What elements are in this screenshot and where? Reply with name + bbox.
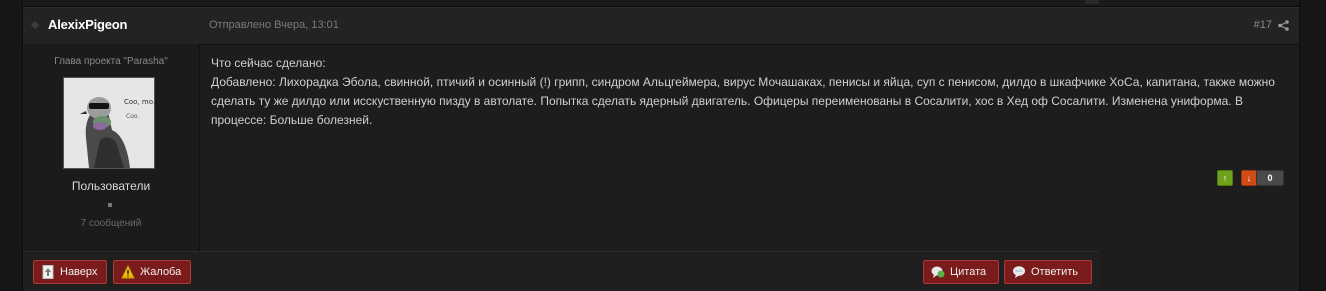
svg-text:Coo, mo...: Coo, mo... bbox=[124, 98, 154, 106]
author-title: Глава проекта "Parasha" bbox=[54, 56, 168, 67]
pigeon-avatar-image: Coo, mo... Coo. bbox=[64, 78, 154, 168]
avatar[interactable]: Coo, mo... Coo. bbox=[63, 77, 155, 169]
rep-up-button[interactable]: ↑ bbox=[1217, 170, 1233, 186]
reply-label: Ответить bbox=[1031, 266, 1079, 278]
post-text-line: Что сейчас сделано: bbox=[211, 56, 326, 70]
page-up-icon bbox=[42, 265, 54, 279]
reply-bubble-icon bbox=[1013, 266, 1025, 278]
quote-bubble-icon bbox=[931, 266, 945, 278]
reputation-count: 0 bbox=[1256, 170, 1284, 186]
reply-button[interactable]: Ответить bbox=[1004, 260, 1092, 284]
post-content: Что сейчас сделано: Добавлено: Лихорадка… bbox=[211, 54, 1291, 130]
group-pip bbox=[108, 203, 112, 207]
author-group: Пользователи bbox=[71, 179, 151, 193]
post-number-link[interactable]: #17 bbox=[1254, 19, 1272, 31]
post-date: Отправлено Вчера, 13:01 bbox=[209, 19, 339, 31]
quote-button[interactable]: Цитата bbox=[923, 260, 999, 284]
post-footer: Наверх Жалоба Цитата Ответить bbox=[23, 251, 1099, 291]
forum-post: AlexixPigeon Отправлено Вчера, 13:01 #17… bbox=[22, 0, 1300, 291]
share-icon[interactable] bbox=[1278, 20, 1289, 31]
author-post-count: 7 сообщений bbox=[80, 218, 142, 229]
back-to-top-button[interactable]: Наверх bbox=[33, 260, 107, 284]
report-button[interactable]: Жалоба bbox=[113, 260, 191, 284]
status-dot-icon bbox=[30, 20, 40, 30]
post-text-body: Добавлено: Лихорадка Эбола, свинной, пти… bbox=[211, 75, 1275, 127]
warning-icon bbox=[121, 265, 135, 279]
report-label: Жалоба bbox=[140, 266, 182, 278]
post-author-name[interactable]: AlexixPigeon bbox=[48, 17, 127, 32]
forum-page: AlexixPigeon Отправлено Вчера, 13:01 #17… bbox=[0, 0, 1326, 291]
previous-post-edge bbox=[23, 0, 1299, 7]
rep-down-button[interactable]: ↓ bbox=[1241, 170, 1257, 186]
quote-label: Цитата bbox=[950, 266, 987, 278]
arrow-down-icon: ↓ bbox=[1246, 173, 1252, 183]
post-header: AlexixPigeon Отправлено Вчера, 13:01 #17 bbox=[23, 7, 1299, 45]
author-info: Глава проекта "Parasha" Coo, mo... Coo. … bbox=[23, 44, 200, 251]
arrow-up-icon: ↑ bbox=[1222, 173, 1228, 183]
svg-text:Coo.: Coo. bbox=[126, 113, 139, 120]
back-to-top-label: Наверх bbox=[60, 266, 98, 278]
